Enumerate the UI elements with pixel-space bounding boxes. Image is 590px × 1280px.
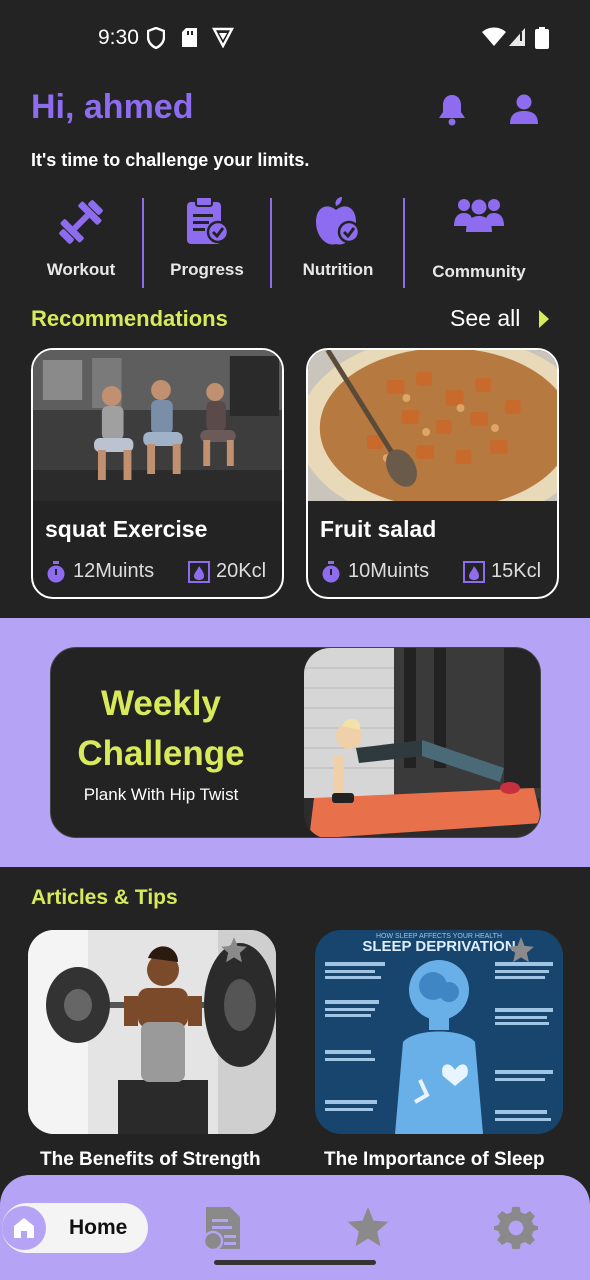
favorites-star-icon[interactable]	[346, 1205, 390, 1249]
clipboard-check-icon	[187, 196, 230, 244]
settings-gear-icon[interactable]	[494, 1205, 538, 1249]
chevron-right-icon[interactable]	[538, 309, 550, 329]
article-title: The Benefits of Strength	[40, 1149, 261, 1170]
category-progress[interactable]: Progress	[160, 196, 254, 288]
star-icon[interactable]	[220, 936, 248, 964]
category-workout[interactable]: Workout	[36, 196, 126, 288]
greeting-subtitle: It's time to challenge your limits.	[31, 150, 310, 170]
duration-text: 10Muints	[348, 560, 430, 582]
duration-text: 12Muints	[73, 560, 155, 582]
users-icon	[454, 199, 504, 232]
recommendations-title: Recommendations	[31, 306, 228, 331]
category-label: Community	[432, 262, 526, 281]
profile-icon[interactable]	[507, 92, 541, 126]
category-community[interactable]: Community	[426, 196, 532, 288]
stopwatch-icon	[47, 560, 65, 582]
challenge-title-line2: Challenge	[77, 734, 245, 773]
challenge-subtitle: Plank With Hip Twist	[83, 785, 239, 804]
article-title: The Importance of Sleep	[324, 1149, 545, 1170]
duration: 10Muints	[320, 560, 429, 583]
see-all-link[interactable]: See all	[450, 305, 520, 332]
weekly-challenge-card[interactable]: Weekly Challenge Plank With Hip Twist	[50, 647, 541, 838]
image-heading: SLEEP DEPRIVATION	[362, 938, 515, 955]
bottom-navigation: Home	[0, 1175, 590, 1280]
calories: 15Kcl	[463, 560, 541, 583]
calories-icon	[188, 560, 210, 583]
stopwatch-icon	[322, 560, 340, 582]
home-icon	[2, 1206, 46, 1250]
apple-icon	[316, 197, 361, 245]
sd-card-icon	[182, 28, 197, 47]
shield-icon	[147, 27, 165, 49]
category-nutrition[interactable]: Nutrition	[290, 196, 386, 288]
calories-text: 20Kcl	[216, 560, 267, 582]
squat-exercise-image	[33, 350, 282, 501]
status-time: 9:30	[98, 26, 139, 49]
nav-home-label: Home	[69, 1216, 128, 1239]
signal-icon	[509, 28, 525, 46]
nav-home-button[interactable]: Home	[2, 1203, 148, 1253]
calories: 20Kcl	[188, 560, 266, 583]
category-label: Progress	[170, 260, 244, 279]
recommendation-card[interactable]: squat Exercise 12Muints 20Kcl	[31, 348, 284, 599]
star-icon[interactable]	[507, 936, 535, 964]
plank-image	[304, 648, 540, 837]
category-divider	[142, 198, 144, 288]
category-divider	[403, 198, 405, 288]
articles-title: Articles & Tips	[31, 886, 178, 909]
vpn-icon	[212, 27, 234, 48]
recommendation-title: Fruit salad	[320, 516, 437, 542]
bell-icon[interactable]	[435, 92, 469, 126]
status-bar: 9:30	[0, 0, 590, 78]
home-indicator	[214, 1260, 376, 1265]
calories-icon	[463, 560, 485, 583]
battery-icon	[535, 27, 549, 49]
category-label: Nutrition	[302, 260, 374, 279]
calories-text: 15Kcl	[491, 560, 542, 582]
greeting-title: Hi, ahmed	[31, 88, 194, 126]
duration: 12Muints	[45, 560, 154, 583]
wifi-icon	[482, 27, 506, 46]
recommendation-card[interactable]: Fruit salad 10Muints 15Kcl	[306, 348, 559, 599]
dumbbell-icon	[59, 200, 103, 244]
fruit-salad-image	[308, 350, 557, 501]
workout-log-icon[interactable]	[202, 1205, 242, 1251]
category-divider	[270, 198, 272, 288]
category-label: Workout	[46, 260, 116, 279]
challenge-title-line1: Weekly	[101, 684, 221, 723]
recommendation-title: squat Exercise	[45, 516, 208, 542]
